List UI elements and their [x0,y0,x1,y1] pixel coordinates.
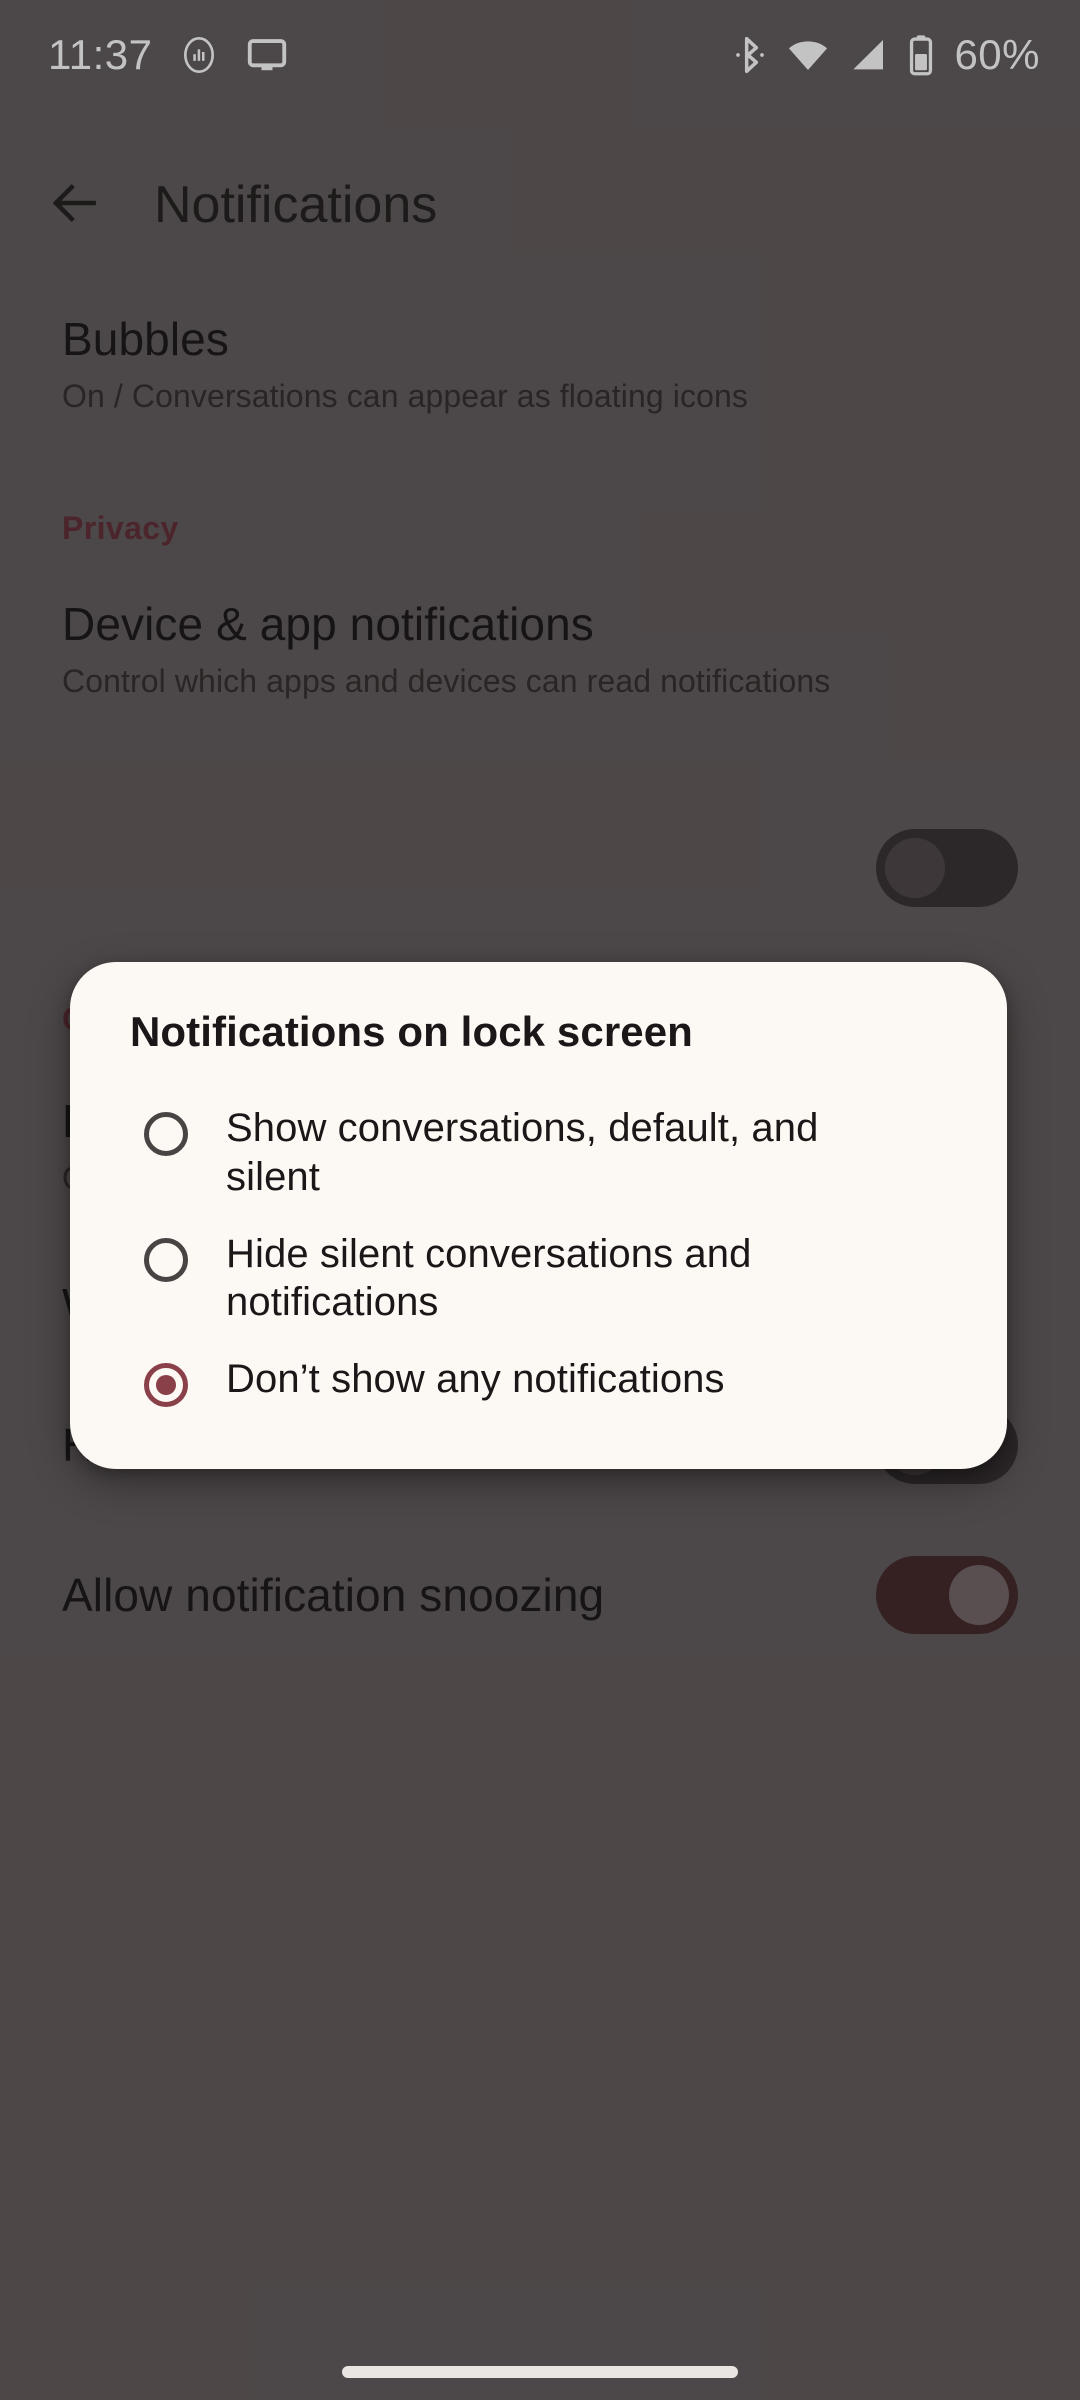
setting-text: Device & app notifications Control which… [62,597,1018,703]
back-button[interactable] [20,150,130,260]
cast-screen-icon [245,33,289,77]
toggle-thumb [885,837,945,898]
status-bar-clock: 11:37 [48,31,153,78]
setting-title: Device & app notifications [62,598,594,650]
setting-title: Allow notification snoozing [62,1568,605,1621]
setting-text: Bubbles On / Conversations can appear as… [62,312,1018,418]
phone-screen: 11:37 60% Notifications Bubbles On / Con… [0,0,1080,2400]
dialog-title: Notifications on lock screen [130,1008,693,1055]
setting-subtitle: Control which apps and devices can read … [62,663,831,700]
status-bar-right: 60% [728,31,1040,79]
radio-option-label: Hide silent conversations and notificati… [226,1231,752,1325]
radio-button-icon[interactable] [144,1112,188,1156]
battery-icon [906,34,936,76]
radio-button-icon[interactable] [144,1363,188,1408]
back-arrow-icon [47,175,103,236]
toggle-thumb [949,1564,1009,1625]
radio-option-label: Show conversations, default, and silent [226,1106,819,1199]
sound-equalizer-icon [179,35,219,75]
wifi-icon [786,33,830,77]
toggle-allow-notification-snoozing[interactable] [876,1555,1018,1634]
setting-text: Allow notification snoozing [62,1568,822,1622]
toolbar: Notifications [0,140,1080,270]
radio-option-hide-silent[interactable]: Hide silent conversations and notificati… [70,1216,1007,1342]
setting-title: Bubbles [62,313,229,365]
battery-percent-label: 60% [954,31,1040,78]
radio-option-label: Don’t show any notifications [226,1357,725,1402]
radio-option-dont-show-any[interactable]: Don’t show any notifications [70,1341,1007,1427]
home-indicator[interactable] [342,2366,738,2378]
status-bar-left: 11:37 [48,31,289,79]
status-bar: 11:37 60% [0,0,1080,110]
page-title: Notifications [154,176,438,234]
radio-option-show-conversations[interactable]: Show conversations, default, and silent [70,1090,1007,1216]
setting-allow-notification-snoozing[interactable]: Allow notification snoozing [0,1555,1080,1634]
setting-subtitle: On / Conversations can appear as floatin… [62,378,748,415]
setting-obscured-by-dialog[interactable] [0,763,1080,973]
notifications-on-lock-screen-dialog: Notifications on lock screen Show conver… [70,962,1007,1470]
setting-device-and-app-notifications[interactable]: Device & app notifications Control which… [0,597,1080,703]
cellular-signal-icon [848,35,888,75]
section-header-privacy: Privacy [62,510,179,546]
radio-button-icon[interactable] [144,1237,188,1282]
setting-bubbles[interactable]: Bubbles On / Conversations can appear as… [0,278,1080,464]
obscured-toggle[interactable] [876,828,1018,907]
bluetooth-icon [728,35,768,75]
